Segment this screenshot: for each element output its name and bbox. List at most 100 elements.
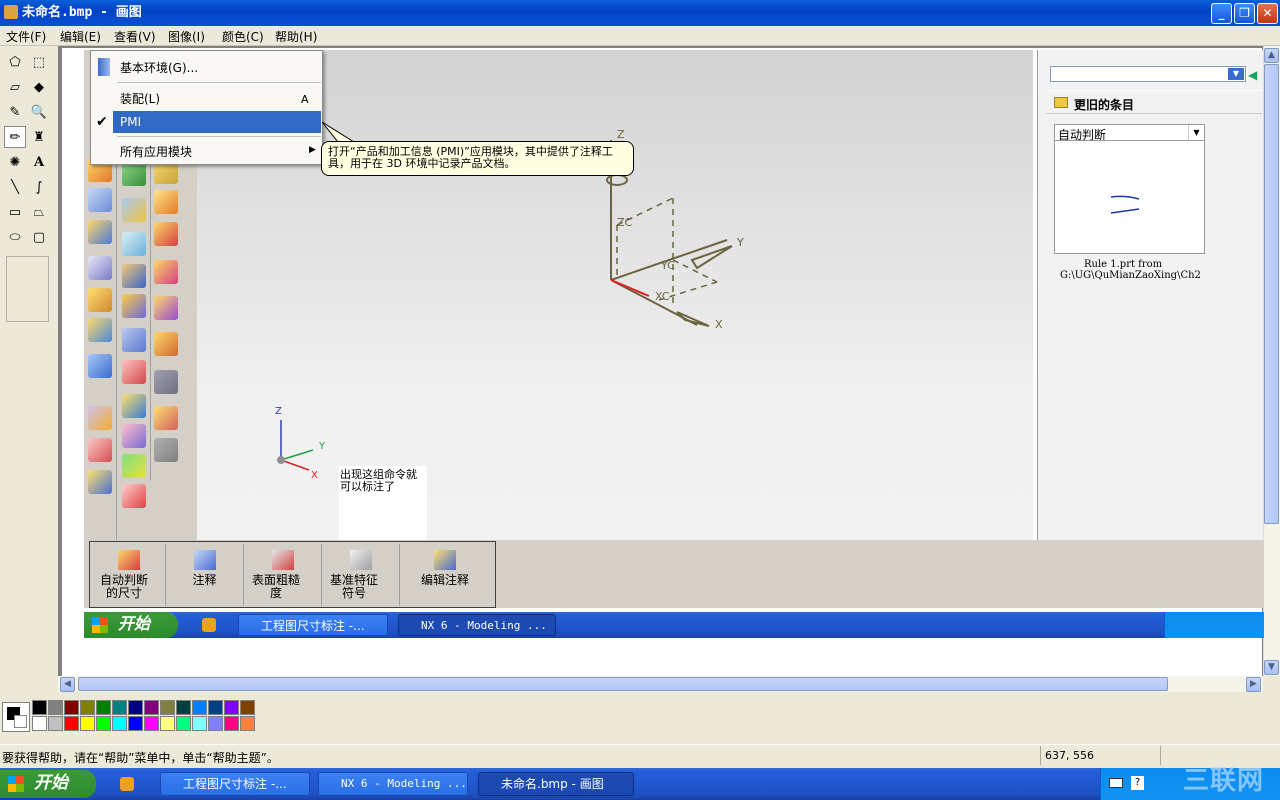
rounded-rect-icon[interactable]: ▢ bbox=[28, 226, 50, 248]
inner-task-drawing[interactable]: 工程图尺寸标注 -... bbox=[238, 614, 388, 636]
color-swatch[interactable] bbox=[160, 700, 175, 715]
nx-tool-icon[interactable] bbox=[154, 406, 178, 430]
edit-note-button[interactable]: 编辑注释 bbox=[400, 544, 490, 606]
nx-tool-icon[interactable] bbox=[154, 370, 178, 394]
free-select-icon[interactable]: ⬠ bbox=[4, 51, 26, 73]
scroll-right-icon[interactable]: ▶ bbox=[1246, 677, 1261, 692]
scroll-up-icon[interactable]: ▲ bbox=[1264, 48, 1279, 63]
nx-tool-icon[interactable] bbox=[154, 260, 178, 284]
color-swatch[interactable] bbox=[192, 700, 207, 715]
menu-item-all-applications[interactable]: 所有应用模块 bbox=[91, 141, 322, 163]
fill-icon[interactable]: ◆ bbox=[28, 76, 50, 98]
back-arrow-icon[interactable]: ◀ bbox=[1248, 68, 1257, 82]
menu-item-pmi[interactable]: PMI bbox=[113, 111, 321, 133]
text-icon[interactable]: A bbox=[28, 151, 50, 173]
nx-tool-icon[interactable] bbox=[154, 438, 178, 462]
rect-select-icon[interactable]: ⬚ bbox=[28, 51, 50, 73]
nx-tool-icon[interactable] bbox=[88, 318, 112, 342]
color-swatch[interactable] bbox=[128, 700, 143, 715]
task-nx-button[interactable]: NX 6 - Modeling ... bbox=[318, 772, 468, 796]
nx-tool-icon[interactable] bbox=[88, 256, 112, 280]
auto-dimension-button[interactable]: 自动判断的尺寸 bbox=[92, 544, 166, 606]
note-button[interactable]: 注释 bbox=[166, 544, 244, 606]
airbrush-icon[interactable]: ✺ bbox=[4, 151, 26, 173]
magnifier-icon[interactable]: 🔍 bbox=[28, 101, 50, 123]
nx-tool-icon[interactable] bbox=[88, 354, 112, 378]
close-button[interactable]: ✕ bbox=[1257, 3, 1278, 24]
color-swatch[interactable] bbox=[144, 700, 159, 715]
nx-tool-icon[interactable] bbox=[122, 484, 146, 508]
dropdown-arrow-icon[interactable]: ▼ bbox=[1228, 68, 1244, 80]
menu-colors[interactable]: 颜色(C) bbox=[222, 28, 264, 45]
nx-tool-icon[interactable] bbox=[88, 188, 112, 212]
scroll-left-icon[interactable]: ◀ bbox=[60, 677, 75, 692]
color-swatch[interactable] bbox=[80, 700, 95, 715]
nx-tool-icon[interactable] bbox=[122, 394, 146, 418]
color-swatch[interactable] bbox=[144, 716, 159, 731]
horizontal-scroll-thumb[interactable] bbox=[78, 677, 1168, 691]
nx-tool-icon[interactable] bbox=[122, 360, 146, 384]
color-swatch[interactable] bbox=[32, 716, 47, 731]
eraser-icon[interactable]: ▱ bbox=[4, 76, 26, 98]
nx-tool-icon[interactable] bbox=[88, 406, 112, 430]
nx-tool-icon[interactable] bbox=[122, 162, 146, 186]
rectangle-icon[interactable]: ▭ bbox=[4, 201, 26, 223]
nx-tool-icon[interactable] bbox=[122, 424, 146, 448]
nx-tool-icon[interactable] bbox=[122, 454, 146, 478]
help-icon[interactable]: ? bbox=[1131, 776, 1144, 790]
menu-help[interactable]: 帮助(H) bbox=[275, 28, 317, 45]
nx-tool-icon[interactable] bbox=[122, 198, 146, 222]
current-colors[interactable] bbox=[2, 702, 30, 732]
color-swatch[interactable] bbox=[176, 716, 191, 731]
maximize-button[interactable]: ❐ bbox=[1234, 3, 1255, 24]
color-swatch[interactable] bbox=[48, 716, 63, 731]
curve-icon[interactable]: ∫ bbox=[28, 176, 50, 198]
color-picker-icon[interactable]: ✎ bbox=[4, 101, 26, 123]
nx-tool-icon[interactable] bbox=[154, 222, 178, 246]
color-swatch[interactable] bbox=[96, 716, 111, 731]
color-swatch[interactable] bbox=[176, 700, 191, 715]
color-swatch[interactable] bbox=[208, 700, 223, 715]
color-swatch[interactable] bbox=[112, 716, 127, 731]
surface-roughness-button[interactable]: 表面粗糙度 bbox=[244, 544, 322, 606]
history-dropdown[interactable]: ▼ bbox=[1050, 66, 1246, 82]
color-swatch[interactable] bbox=[48, 700, 63, 715]
nx-tool-icon[interactable] bbox=[122, 328, 146, 352]
color-swatch[interactable] bbox=[64, 716, 79, 731]
color-swatch[interactable] bbox=[240, 700, 255, 715]
color-swatch[interactable] bbox=[224, 700, 239, 715]
nx-tool-icon[interactable] bbox=[154, 190, 178, 214]
vertical-scroll-thumb[interactable] bbox=[1264, 64, 1279, 524]
inner-task-nx[interactable]: NX 6 - Modeling ... bbox=[398, 614, 556, 636]
nx-tool-icon[interactable] bbox=[122, 232, 146, 256]
polygon-icon[interactable]: ⏢ bbox=[28, 201, 50, 223]
task-drawing-button[interactable]: 工程图尺寸标注 -... bbox=[160, 772, 310, 796]
color-swatch[interactable] bbox=[112, 700, 127, 715]
color-swatch[interactable] bbox=[32, 700, 47, 715]
color-swatch[interactable] bbox=[160, 716, 175, 731]
brush-icon[interactable]: ♜ bbox=[28, 126, 50, 148]
nx-tool-icon[interactable] bbox=[88, 438, 112, 462]
color-swatch[interactable] bbox=[80, 716, 95, 731]
line-icon[interactable]: ╲ bbox=[4, 176, 26, 198]
menu-item-assembly[interactable]: 装配(L) bbox=[91, 88, 322, 110]
nx-tool-icon[interactable] bbox=[154, 296, 178, 320]
ellipse-icon[interactable]: ⬭ bbox=[4, 226, 26, 248]
nx-tool-icon[interactable] bbox=[122, 294, 146, 318]
title-bar[interactable]: 未命名.bmp - 画图 _ ❐ ✕ bbox=[0, 0, 1280, 26]
task-paint-button[interactable]: 未命名.bmp - 画图 bbox=[478, 772, 634, 796]
color-swatch[interactable] bbox=[208, 716, 223, 731]
color-swatch[interactable] bbox=[128, 716, 143, 731]
color-swatch[interactable] bbox=[192, 716, 207, 731]
part-preview[interactable] bbox=[1054, 140, 1205, 254]
menu-edit[interactable]: 编辑(E) bbox=[60, 28, 101, 45]
chevron-down-icon[interactable]: ▼ bbox=[1188, 125, 1204, 140]
menu-image[interactable]: 图像(I) bbox=[168, 28, 205, 45]
menu-view[interactable]: 查看(V) bbox=[114, 28, 156, 45]
menu-item-basic-environment[interactable]: 基本环境(G)... bbox=[91, 57, 322, 79]
filter-dropdown[interactable]: 自动判断 ▼ bbox=[1054, 124, 1205, 142]
nx-tool-icon[interactable] bbox=[88, 220, 112, 244]
color-swatch[interactable] bbox=[240, 716, 255, 731]
scroll-down-icon[interactable]: ▼ bbox=[1264, 660, 1279, 675]
color-swatch[interactable] bbox=[64, 700, 79, 715]
